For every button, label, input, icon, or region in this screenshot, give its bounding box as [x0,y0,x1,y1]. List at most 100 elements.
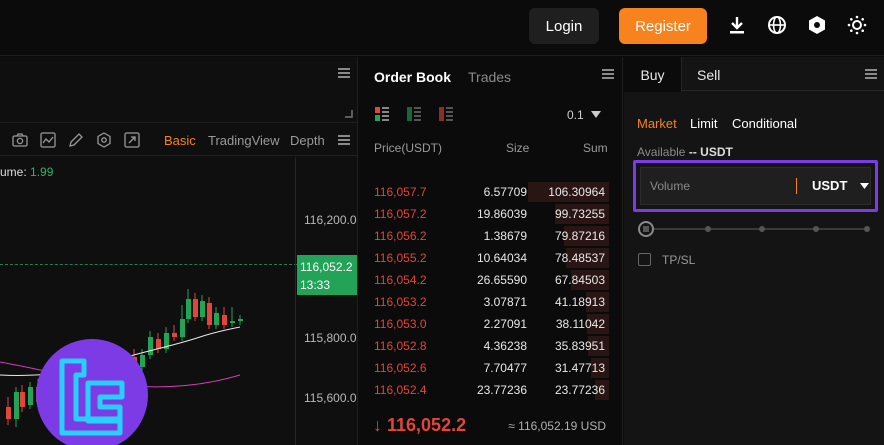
view-both-icon[interactable] [375,107,389,121]
resize-corner-icon[interactable] [345,110,353,118]
last-price: ↓ 116,052.2 [373,415,467,435]
ask-sum: 79.87216 [554,229,605,243]
line-chart-icon[interactable] [40,132,56,148]
candle-body [14,392,19,419]
orderbook-menu-icon[interactable] [602,69,614,79]
ask-sum: 35.83951 [554,339,605,353]
candle-body [200,301,205,317]
brand-logo-watermark [36,339,148,445]
volume-input[interactable]: Volume [650,179,690,193]
ask-size: 6.57709 [483,185,527,199]
trade-menu-icon[interactable] [865,69,877,79]
ask-size: 7.70477 [483,361,527,375]
view-bids-icon[interactable] [407,107,421,121]
slider-mark[interactable] [813,226,819,232]
available-value: -- USDT [688,145,733,159]
slider-mark[interactable] [864,226,870,232]
order-type-market[interactable]: Market [637,116,677,131]
orderbook-ask-row[interactable]: 116,052.4 23.77236 23.77236 [359,379,609,401]
ask-price: 116,052.8 [374,339,427,353]
candle-countdown: 13:33 [300,278,331,292]
column-price: Price(USDT) [374,141,442,155]
tab-buy[interactable]: Buy [624,57,682,92]
chevron-down-icon[interactable] [860,183,869,189]
chart-toolbar-menu-icon[interactable] [338,135,350,145]
tab-trades[interactable]: Trades [468,69,511,85]
slider-mark[interactable] [705,226,711,232]
ask-price: 116,057.2 [374,207,427,221]
globe-icon[interactable] [766,14,788,36]
ask-sum: 41.18913 [554,295,605,309]
volume-slider-handle[interactable] [638,221,654,237]
tab-depth[interactable]: Depth [290,133,325,148]
pencil-icon[interactable] [68,132,84,148]
ask-price: 116,053.2 [374,295,427,309]
price-tick-label: 116,200.0 [304,213,357,227]
candle-body [28,387,33,405]
download-icon[interactable] [726,14,748,36]
order-type-conditional[interactable]: Conditional [732,116,797,131]
ask-size: 23.77236 [476,383,527,397]
orderbook-ask-row[interactable]: 116,057.2 19.86039 99.73255 [359,203,609,225]
trade-panel: Buy Sell Market Limit Conditional Availa… [624,57,884,445]
tab-tradingview[interactable]: TradingView [208,133,280,148]
ask-price: 116,057.7 [374,185,427,199]
chart-header-menu-icon[interactable] [338,68,350,78]
top-bar: Login Register [0,0,884,56]
theme-sun-icon[interactable] [846,14,868,36]
ask-sum: 23.77236 [554,383,605,397]
indicator-settings-icon[interactable] [96,132,112,148]
candle-body [180,319,185,337]
volume-highlight-box: Volume USDT [633,160,878,212]
ask-sum: 99.73255 [554,207,605,221]
expand-icon[interactable] [124,132,140,148]
available-label: Available [637,145,686,159]
tpsl-label: TP/SL [662,253,696,267]
ask-size: 10.64034 [476,251,527,265]
ask-size: 26.65590 [476,273,527,287]
tpsl-checkbox[interactable] [638,253,651,266]
slider-mark[interactable] [759,226,765,232]
current-price-value: 116,052.2 [300,260,353,274]
current-price-tag: 116,052.2 13:33 [297,255,357,295]
view-asks-icon[interactable] [439,107,453,121]
candle-body [230,321,235,323]
tab-basic[interactable]: Basic [164,133,196,148]
orderbook-ask-row[interactable]: 116,053.0 2.27091 38.11042 [359,313,609,335]
orderbook-ask-row[interactable]: 116,056.2 1.38679 79.87216 [359,225,609,247]
candle-body [207,303,212,325]
camera-icon[interactable] [12,132,28,148]
volume-field[interactable]: Volume USDT [640,167,871,205]
login-button[interactable]: Login [529,8,599,44]
candle-body [148,337,153,355]
available-balance: Available -- USDT [637,145,733,159]
price-tick-label: 115,800.0 [304,331,357,345]
tab-order-book[interactable]: Order Book [374,69,451,85]
orderbook-ask-row[interactable]: 116,052.8 4.36238 35.83951 [359,335,609,357]
ask-size: 19.86039 [476,207,527,221]
candle-body [172,333,177,337]
candle-body [186,299,191,319]
register-button[interactable]: Register [619,8,707,44]
candle-body [6,407,11,419]
orderbook-ask-row[interactable]: 116,052.6 7.70477 31.47713 [359,357,609,379]
settings-hex-icon[interactable] [806,14,828,36]
order-type-limit[interactable]: Limit [690,116,717,131]
candle-body [238,319,243,321]
ask-size: 3.07871 [483,295,527,309]
chevron-down-icon[interactable] [591,111,601,118]
volume-unit-select[interactable]: USDT [812,178,847,193]
ask-size: 4.36238 [483,339,527,353]
ask-size: 2.27091 [483,317,527,331]
price-axis: 116,200.0 115,800.0 115,600.0 [295,157,358,445]
brand-logo-icon [59,358,125,436]
orderbook-ask-row[interactable]: 116,054.2 26.65590 67.84503 [359,269,609,291]
orderbook-ask-row[interactable]: 116,057.7 6.57709 106.30964 [359,181,609,203]
ask-sum: 78.48537 [554,251,605,265]
orderbook-ask-row[interactable]: 116,055.2 10.64034 78.48537 [359,247,609,269]
ask-size: 1.38679 [483,229,527,243]
precision-select[interactable]: 0.1 [567,108,584,122]
ask-sum: 67.84503 [554,273,605,287]
orderbook-ask-row[interactable]: 116,053.2 3.07871 41.18913 [359,291,609,313]
tab-sell[interactable]: Sell [697,67,720,83]
